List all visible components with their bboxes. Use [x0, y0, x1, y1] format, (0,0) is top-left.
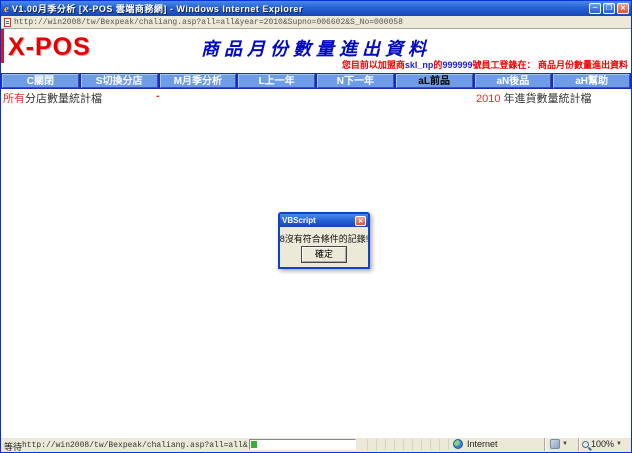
- menu-next-year-button[interactable]: N下一年: [317, 74, 394, 88]
- window-controls: ─ ❒ ×: [589, 3, 629, 14]
- ie-logo-icon: e: [4, 3, 9, 15]
- dialog-body: 8沒有符合條件的記錄! 確定: [280, 227, 368, 267]
- page-header: X-POS 商品月份數量進出資料 您目前以加盟商skl_np的999999號員工…: [1, 29, 631, 73]
- zoom-level-label: 100%: [591, 439, 614, 449]
- menu-switch-store-button[interactable]: S切換分店: [81, 74, 158, 88]
- menu-prev-year-button[interactable]: L上一年: [238, 74, 315, 88]
- store-scope-label: 所有分店數量統計檔: [3, 90, 102, 106]
- login-agent: skl_np: [405, 60, 434, 70]
- internet-globe-icon: [453, 439, 463, 449]
- report-year-text: 年進貨數量統計檔: [500, 93, 591, 105]
- zoom-dropdown-caret[interactable]: ▼: [616, 441, 622, 447]
- menu-close-button[interactable]: C關閉: [2, 74, 79, 88]
- login-employee: 999999: [442, 60, 472, 70]
- magnifier-icon: [582, 441, 589, 448]
- address-bar: http://win2008/tw/Bexpeak/chaliang.asp?a…: [1, 16, 631, 29]
- title-bar: e V1.00月季分析 [X-POS 雲端商務網] - Windows Inte…: [1, 1, 631, 16]
- progress-chunk: [251, 441, 257, 448]
- status-url-text: http://win2008/tw/Bexpeak/chaliang.asp?a…: [22, 441, 248, 450]
- zone-label: Internet: [467, 439, 498, 449]
- address-input[interactable]: http://win2008/tw/Bexpeak/chaliang.asp?a…: [14, 18, 403, 27]
- store-scope-text: 分店數量統計檔: [25, 93, 102, 105]
- dialog-message: 8沒有符合條件的記錄!: [280, 232, 369, 245]
- dialog-title: VBScript: [282, 216, 355, 225]
- statusbar-separator: [578, 438, 579, 451]
- content-area: VBScript × 8沒有符合條件的記錄! 確定: [1, 105, 631, 436]
- close-button[interactable]: ×: [617, 3, 629, 14]
- year-report-label: 2010 年進貨數量統計檔: [476, 90, 592, 106]
- dialog-close-button[interactable]: ×: [355, 216, 366, 226]
- window-title: V1.00月季分析 [X-POS 雲端商務網] - Windows Intern…: [12, 2, 585, 15]
- phishing-dropdown-caret[interactable]: ▼: [562, 441, 568, 447]
- subheader-dash: -: [156, 90, 160, 102]
- menu-bar: C關閉 S切換分店 M月季分析 L上一年 N下一年 aL前品 aN後品 aH幫助: [1, 73, 631, 89]
- report-subheader: 所有分店數量統計檔 - 2010 年進貨數量統計檔: [1, 89, 631, 105]
- statusbar-separator: [544, 438, 545, 451]
- store-scope-highlight: 所有: [3, 93, 25, 105]
- menu-help-button[interactable]: aH幫助: [553, 74, 630, 88]
- menu-month-analysis-button[interactable]: M月季分析: [160, 74, 237, 88]
- page-favicon-icon: [4, 18, 11, 27]
- maximize-button[interactable]: ❒: [603, 3, 615, 14]
- vbscript-dialog: VBScript × 8沒有符合條件的記錄! 確定: [278, 212, 370, 269]
- status-wait-label: 等待: [4, 440, 22, 453]
- login-prefix: 您目前以加盟商: [342, 60, 405, 70]
- dialog-ok-button[interactable]: 確定: [302, 247, 346, 262]
- page-body: X-POS 商品月份數量進出資料 您目前以加盟商skl_np的999999號員工…: [1, 29, 631, 436]
- report-year: 2010: [476, 93, 500, 105]
- progress-bar: [249, 439, 356, 450]
- security-zone: Internet: [453, 439, 498, 449]
- browser-window: e V1.00月季分析 [X-POS 雲端商務網] - Windows Inte…: [0, 0, 632, 453]
- status-panel-stripes: [359, 439, 449, 450]
- phishing-filter-icon: [550, 439, 560, 449]
- minimize-button[interactable]: ─: [589, 3, 601, 14]
- login-status-text: 您目前以加盟商skl_np的999999號員工登錄在： 商品月份數量進出資料: [342, 58, 628, 71]
- zoom-control[interactable]: 100% ▼: [582, 439, 622, 449]
- phishing-filter-control[interactable]: ▼: [550, 439, 568, 449]
- login-suffix: 號員工登錄在： 商品月份數量進出資料: [472, 60, 628, 70]
- status-bar: 等待 http://win2008/tw/Bexpeak/chaliang.as…: [1, 436, 631, 452]
- dialog-title-bar: VBScript ×: [280, 214, 368, 227]
- menu-next-item-button[interactable]: aN後品: [475, 74, 552, 88]
- menu-prev-item-button[interactable]: aL前品: [396, 74, 473, 88]
